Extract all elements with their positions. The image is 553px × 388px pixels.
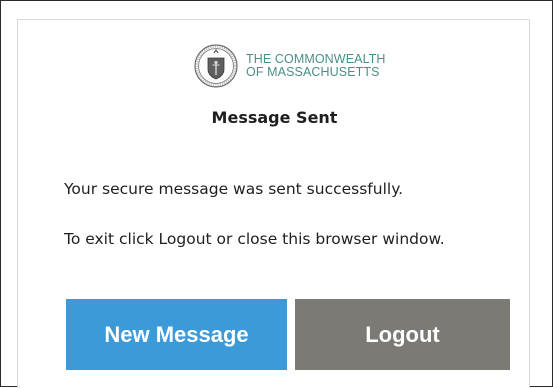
success-message: Your secure message was sent successfull… (64, 180, 404, 198)
window-frame: THE COMMONWEALTH OF MASSACHUSETTS Messag… (0, 0, 553, 388)
message-sent-panel: THE COMMONWEALTH OF MASSACHUSETTS Messag… (17, 19, 530, 388)
massachusetts-seal-icon (194, 44, 238, 88)
logo-text: THE COMMONWEALTH OF MASSACHUSETTS (246, 53, 386, 79)
logout-button[interactable]: Logout (295, 299, 510, 370)
exit-instructions: To exit click Logout or close this brows… (64, 230, 445, 248)
logo-line-2: OF MASSACHUSETTS (246, 65, 380, 79)
commonwealth-logo: THE COMMONWEALTH OF MASSACHUSETTS (194, 44, 386, 88)
new-message-button[interactable]: New Message (66, 299, 287, 370)
page-title: Message Sent (211, 108, 338, 127)
